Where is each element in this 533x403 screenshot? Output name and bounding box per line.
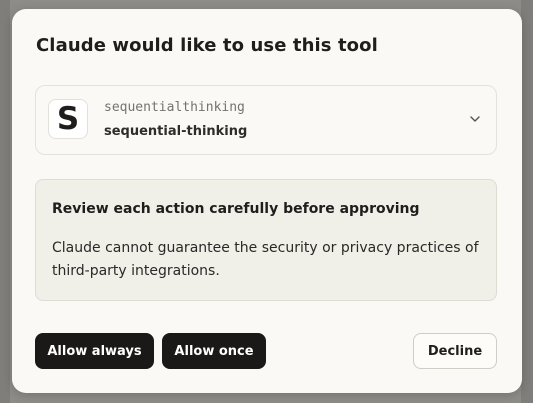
- warning-box: Review each action carefully before appr…: [35, 179, 497, 301]
- warning-title: Review each action carefully before appr…: [52, 201, 420, 217]
- chevron-down-icon[interactable]: [468, 112, 482, 126]
- tool-permission-dialog: Claude would like to use this tool S seq…: [12, 9, 522, 393]
- decline-button[interactable]: Decline: [413, 333, 497, 369]
- dialog-title: Claude would like to use this tool: [36, 35, 378, 56]
- allow-always-button[interactable]: Allow always: [35, 333, 154, 369]
- tool-name: sequential-thinking: [104, 124, 248, 139]
- background-window-edge-right: [521, 0, 533, 403]
- tool-server-name: sequentialthinking: [104, 100, 245, 115]
- warning-body: Claude cannot guarantee the security or …: [52, 240, 479, 279]
- background-window-edge-left: [0, 0, 10, 403]
- tool-logo: S: [48, 99, 88, 139]
- allow-once-button[interactable]: Allow once: [162, 333, 266, 369]
- tool-card[interactable]: S sequentialthinking sequential-thinking: [35, 85, 497, 155]
